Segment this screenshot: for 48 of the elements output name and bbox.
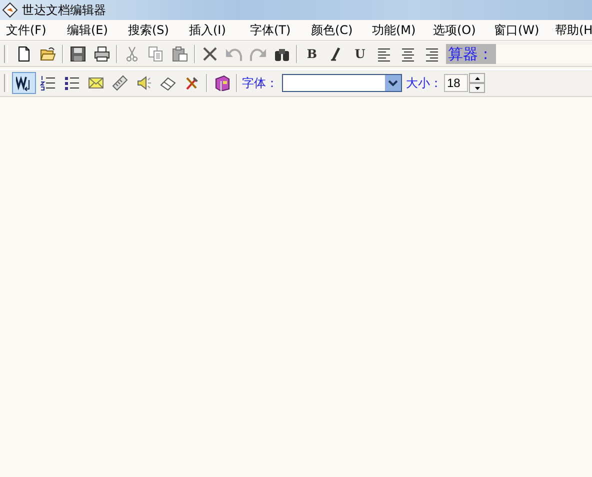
menu-item[interactable]: 帮助(H [555, 22, 592, 38]
binoculars-icon [274, 46, 290, 62]
font-dropdown[interactable] [282, 74, 402, 92]
app-icon [2, 2, 18, 18]
font-label: 字体： [242, 74, 278, 92]
ruler-icon [112, 75, 128, 91]
window-title: 世达文档编辑器 [22, 2, 106, 18]
clipboard-icon [172, 46, 188, 62]
printer-icon [94, 46, 110, 62]
word-wrap-button[interactable] [12, 72, 36, 94]
menu-item[interactable]: 功能(M) [372, 22, 433, 38]
menu-item[interactable]: 字体(T) [250, 22, 311, 38]
size-label: 大小： [406, 74, 442, 92]
menu-item[interactable]: 选项(O) [433, 22, 494, 38]
menu-item[interactable]: 颜色(C) [311, 22, 372, 38]
book-icon [214, 75, 230, 91]
scissors-icon [124, 46, 140, 62]
format-button[interactable]: B [300, 43, 324, 65]
menu-item[interactable]: 编辑(E) [67, 22, 128, 38]
open-folder-icon [40, 46, 56, 62]
speaker-icon [136, 75, 152, 91]
size-field[interactable]: 18 [444, 74, 468, 92]
align-right-icon [424, 46, 440, 62]
align-center-icon [400, 46, 416, 62]
delete-x-icon [202, 46, 218, 62]
eraser-icon [160, 75, 176, 91]
undo-icon [226, 46, 242, 62]
calculator-field[interactable] [496, 45, 592, 63]
bullet-list-icon [64, 75, 80, 91]
new-document-icon [16, 46, 32, 62]
numbered-list-icon [40, 75, 56, 91]
menu-item[interactable]: 文件(F) [6, 22, 67, 38]
up-arrow-icon [474, 76, 480, 80]
copy-icon [148, 46, 164, 62]
menu-item[interactable]: 搜索(S) [128, 22, 189, 38]
spin-up-button[interactable] [469, 73, 485, 83]
redo-icon [250, 46, 266, 62]
save-icon [70, 46, 86, 62]
menu-item[interactable]: 插入(I) [189, 22, 250, 38]
envelope-icon [88, 75, 104, 91]
field-label: 算器： [446, 44, 496, 64]
align-left-icon [376, 46, 392, 62]
menu-item[interactable]: 窗口(W) [494, 22, 555, 38]
format-button[interactable]: U [348, 43, 372, 65]
word-wrap-icon [16, 75, 32, 91]
tools-icon [184, 75, 200, 91]
spin-down-button[interactable] [469, 83, 485, 93]
down-arrow-icon [474, 86, 480, 90]
